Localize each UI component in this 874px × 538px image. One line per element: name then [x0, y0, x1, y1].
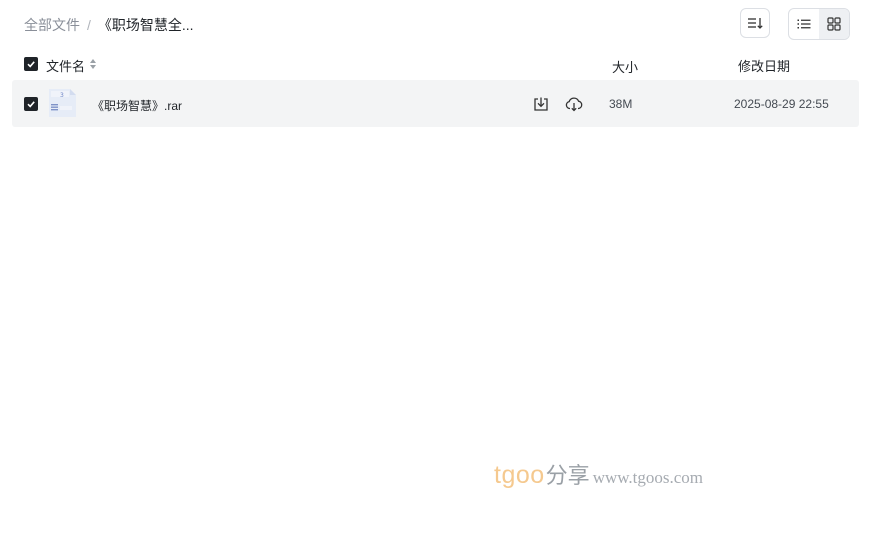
svg-text:3: 3 — [60, 92, 64, 99]
list-view-icon — [797, 19, 811, 29]
download-button[interactable] — [532, 95, 550, 113]
sort-button[interactable] — [740, 8, 770, 38]
size-column-header: 大小 — [612, 60, 639, 75]
breadcrumb-separator: / — [87, 17, 91, 33]
grid-view-icon — [827, 17, 841, 31]
watermark: tgoo 分享 www.tgoos.com — [494, 458, 703, 490]
file-size: 38M — [609, 97, 633, 111]
list-view-button[interactable] — [789, 9, 819, 39]
cloud-save-button[interactable] — [564, 95, 584, 113]
file-name[interactable]: 《职场智慧》.rar — [92, 97, 182, 114]
download-icon — [534, 97, 548, 111]
checkmark-icon — [27, 61, 35, 68]
breadcrumb-root-link[interactable]: 全部文件 — [24, 15, 80, 35]
checkmark-icon — [27, 101, 35, 108]
sort-lines-icon — [748, 18, 763, 29]
watermark-cn: 分享 — [545, 463, 590, 488]
watermark-brand: tgoo — [494, 461, 545, 489]
name-column-header[interactable]: 文件名 — [46, 56, 85, 75]
row-checkbox[interactable] — [24, 97, 38, 111]
cloud-download-icon — [565, 97, 583, 112]
breadcrumb: 全部文件 / 《职场智慧全... — [24, 15, 194, 35]
watermark-url: www.tgoos.com — [592, 468, 704, 487]
select-all-checkbox[interactable] — [24, 57, 38, 71]
grid-view-button[interactable] — [819, 9, 849, 39]
file-modified-date: 2025-08-29 22:55 — [734, 97, 829, 111]
breadcrumb-current: 《职场智慧全... — [97, 17, 194, 33]
archive-file-icon: 3 — [49, 89, 76, 117]
view-toggle — [788, 8, 850, 40]
sort-arrows-icon[interactable] — [89, 58, 97, 70]
date-column-header: 修改日期 — [738, 59, 791, 74]
